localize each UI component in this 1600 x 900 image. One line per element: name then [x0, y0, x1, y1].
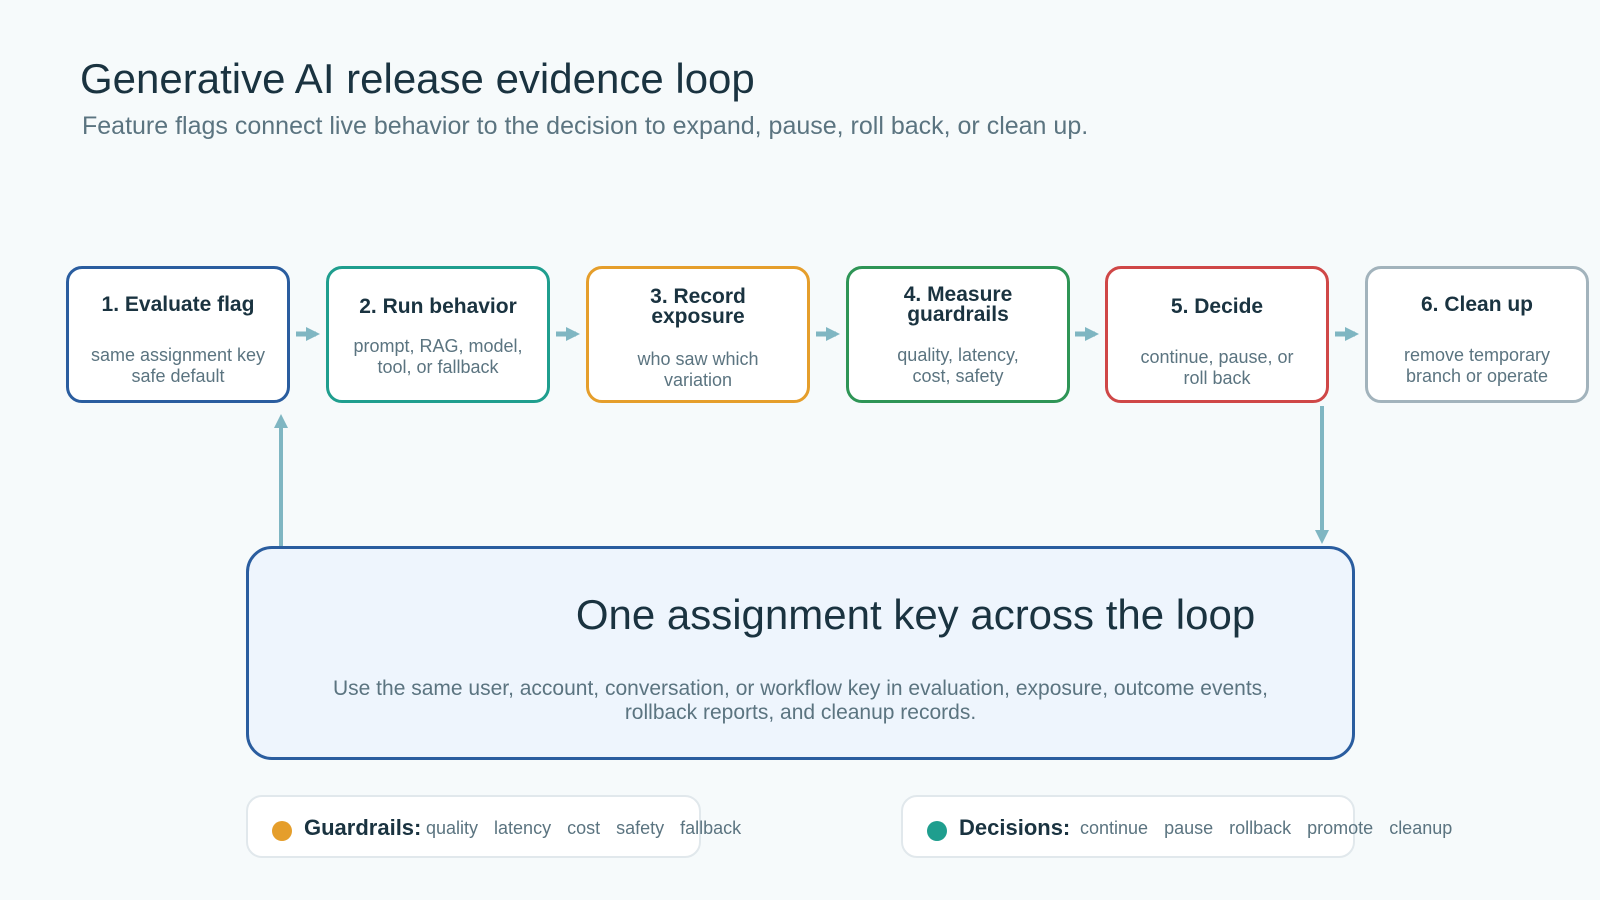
step-evaluate-flag: 1. Evaluate flag same assignment key saf… [66, 266, 290, 403]
guardrails-label: Guardrails: [304, 815, 422, 840]
decisions-items: continue pause rollback promote cleanup [1080, 818, 1452, 839]
step-decide: 5. Decide continue, pause, or roll back [1105, 266, 1329, 403]
legend-item: fallback [680, 818, 742, 838]
guardrails-dot [272, 821, 292, 841]
legend-item: quality [426, 818, 479, 838]
guardrails-items: quality latency cost safety fallback [426, 818, 741, 839]
legend-item: cleanup [1389, 818, 1453, 838]
step-description: continue, pause, or roll back [1140, 347, 1294, 388]
step-record-exposure: 3. Record exposure who saw which variati… [586, 266, 810, 403]
step-clean-up: 6. Clean up remove temporary branch or o… [1365, 266, 1589, 403]
legend-item: continue [1080, 818, 1149, 838]
step-measure-guardrails: 4. Measure guardrails quality, latency, … [846, 266, 1070, 403]
flow-arrows [274, 327, 1359, 546]
step-run-behavior: 2. Run behavior prompt, RAG, model, tool… [326, 266, 550, 403]
decisions-label: Decisions: [959, 815, 1071, 840]
decisions-dot [927, 821, 947, 841]
step-description: same assignment key safe default [90, 345, 266, 386]
step-description: who saw which variation [637, 349, 759, 390]
step-title: 2. Run behavior [359, 295, 517, 318]
step-title: 6. Clean up [1420, 293, 1534, 316]
step-title: 4. Measure guardrails [903, 283, 1013, 326]
step-title: 1. Evaluate flag [101, 293, 255, 316]
legend-item: cost [567, 818, 601, 838]
legend-item: latency [494, 818, 552, 838]
legend-item: safety [616, 818, 665, 838]
legend-item: rollback [1229, 818, 1292, 838]
step-title: 3. Record exposure [650, 285, 746, 328]
guardrails-legend: Guardrails: quality latency cost safety … [246, 795, 741, 858]
decisions-legend: Decisions: continue pause rollback promo… [901, 795, 1452, 858]
step-description: remove temporary branch or operate [1403, 345, 1551, 386]
assignment-key-panel: One assignment key across the loop Use t… [246, 546, 1355, 760]
assignment-key-title: One assignment key across the loop [575, 591, 1256, 638]
diagram-page: Generative AI release evidence loop Feat… [0, 0, 1600, 900]
step-title: 5. Decide [1170, 295, 1264, 318]
legend-item: promote [1307, 818, 1374, 838]
step-description: prompt, RAG, model, tool, or fallback [353, 336, 523, 377]
assignment-key-description: Use the same user, account, conversation… [333, 677, 1268, 724]
legend-item: pause [1164, 818, 1214, 838]
step-description: quality, latency, cost, safety [897, 345, 1019, 386]
